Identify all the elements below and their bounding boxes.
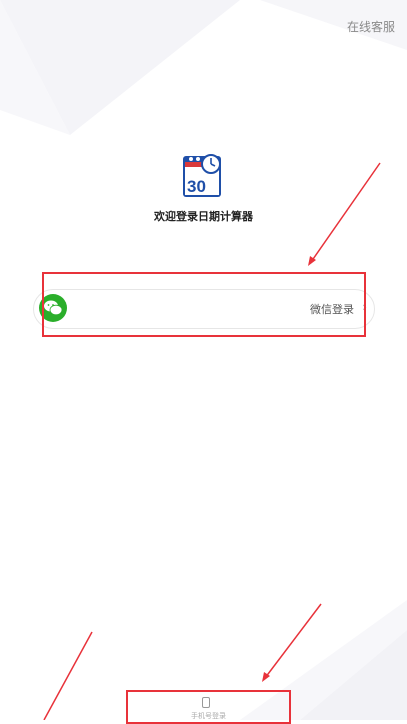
wechat-login-button[interactable]: 微信登录 › <box>33 289 375 329</box>
annotation-arrows <box>43 162 381 720</box>
calendar-day-number: 30 <box>187 177 206 196</box>
wechat-icon <box>39 294 67 322</box>
phone-icon <box>202 697 210 708</box>
annotation-arrow <box>264 603 322 679</box>
phone-login-button[interactable]: 手机号登录 <box>128 692 289 720</box>
app-logo: 30 <box>182 153 224 198</box>
annotation-arrow <box>43 631 93 720</box>
wechat-login-label: 微信登录 <box>310 303 354 316</box>
chevron-right-icon: › <box>362 300 367 314</box>
calendar-clock-icon: 30 <box>183 154 221 197</box>
welcome-title: 欢迎登录日期计算器 <box>154 210 253 223</box>
customer-service-link[interactable]: 在线客服 <box>347 18 395 35</box>
background-decoration <box>0 0 407 720</box>
